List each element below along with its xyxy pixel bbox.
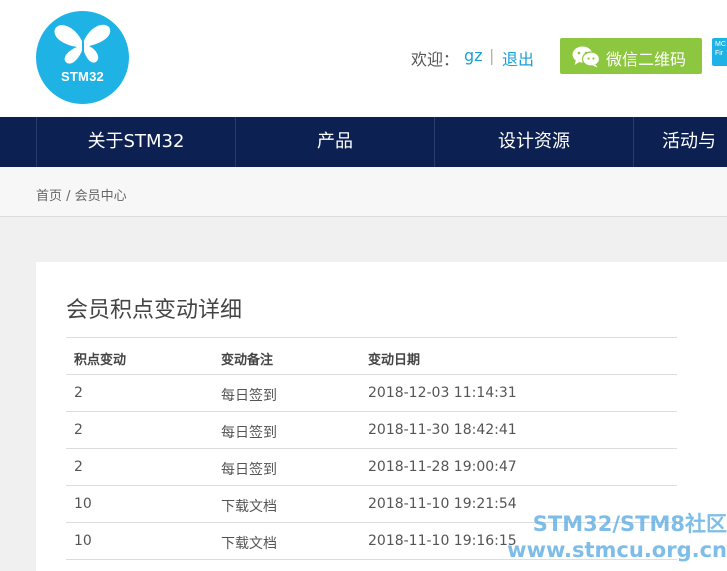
- logo-text: STM32: [61, 69, 104, 84]
- site-header: STM32 欢迎： gz | 退出 微信二维码 MC Fir: [0, 0, 727, 117]
- nav-item-about[interactable]: 关于STM32: [36, 117, 235, 167]
- username-link[interactable]: gz: [464, 46, 483, 65]
- site-watermark: STM32/STM8社区 www.stmcu.org.cn: [490, 511, 727, 563]
- nav-item-events[interactable]: 活动与: [633, 117, 727, 167]
- watermark-line-1: STM32/STM8社区: [532, 512, 727, 536]
- page-title: 会员积点变动详细: [66, 298, 243, 323]
- cell-points: 2: [74, 385, 83, 401]
- watermark-line-2: www.stmcu.org.cn: [507, 538, 727, 562]
- wechat-icon: [572, 46, 600, 68]
- column-header-date: 变动日期: [368, 353, 421, 368]
- cell-date: 2018-11-28 19:00:47: [368, 459, 517, 475]
- header-separator: |: [489, 46, 495, 65]
- breadcrumb-home[interactable]: 首页: [36, 189, 62, 204]
- corner-badge[interactable]: MC Fir: [712, 38, 727, 66]
- table-row: 2 每日签到 2018-11-30 18:42:41: [66, 412, 677, 449]
- cell-note: 每日签到: [221, 462, 277, 478]
- cell-points: 2: [74, 422, 83, 438]
- cell-points: 10: [74, 533, 92, 549]
- wechat-button-label: 微信二维码: [606, 50, 687, 69]
- wechat-qr-button[interactable]: 微信二维码: [560, 38, 702, 74]
- cell-points: 2: [74, 459, 83, 475]
- breadcrumb-bar: 首页 / 会员中心: [0, 167, 727, 217]
- breadcrumb-separator: /: [62, 189, 75, 204]
- cell-date: 2018-11-30 18:42:41: [368, 422, 517, 438]
- column-header-note: 变动备注: [221, 353, 274, 368]
- cell-note: 每日签到: [221, 425, 277, 441]
- breadcrumb: 首页 / 会员中心: [36, 185, 127, 204]
- table-row: 2 每日签到 2018-12-03 11:14:31: [66, 375, 677, 412]
- table-header-row: 积点变动 变动备注 变动日期: [66, 338, 677, 375]
- corner-badge-line-1: MC: [715, 41, 726, 48]
- logout-link[interactable]: 退出: [502, 46, 534, 70]
- cell-points: 10: [74, 496, 92, 512]
- butterfly-icon: [54, 24, 111, 64]
- welcome-label: 欢迎：: [411, 50, 460, 69]
- stm32-logo[interactable]: STM32: [36, 11, 129, 104]
- nav-item-products[interactable]: 产品: [235, 117, 434, 167]
- corner-badge-line-2: Fir: [715, 50, 724, 57]
- main-nav: 关于STM32 产品 设计资源 活动与: [0, 117, 727, 167]
- cell-date: 2018-12-03 11:14:31: [368, 385, 517, 401]
- nav-item-design-resources[interactable]: 设计资源: [434, 117, 633, 167]
- cell-date: 2018-11-10 19:21:54: [368, 496, 517, 512]
- cell-note: 下载文档: [221, 536, 277, 552]
- breadcrumb-current: 会员中心: [74, 189, 127, 204]
- cell-note: 下载文档: [221, 499, 277, 515]
- column-header-points: 积点变动: [74, 353, 127, 368]
- cell-note: 每日签到: [221, 388, 277, 404]
- table-row: 2 每日签到 2018-11-28 19:00:47: [66, 449, 677, 486]
